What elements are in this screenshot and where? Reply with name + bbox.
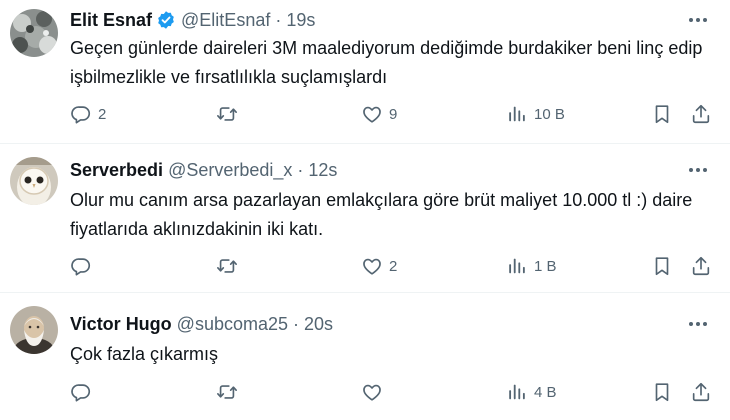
tweet[interactable]: Elit Esnaf @ElitEsnaf · 19s Geçen günler… [0, 0, 730, 143]
share-button[interactable] [690, 101, 712, 127]
like-icon [361, 381, 383, 403]
user-handle[interactable]: @subcoma25 [177, 314, 288, 335]
bookmark-icon [651, 381, 673, 403]
tweet-text: Çok fazla çıkarmış [70, 344, 219, 364]
reply-button[interactable] [70, 253, 98, 279]
reply-icon [70, 103, 92, 125]
views-count: 4 B [534, 383, 557, 401]
retweet-button[interactable] [216, 101, 244, 127]
owl-avatar [10, 157, 58, 205]
tweet[interactable]: Victor Hugo @subcoma25 · 20s Çok fazla ç… [0, 293, 730, 420]
separator-dot: · [297, 159, 304, 180]
tweet-text: Geçen günlerde daireleri 3M maalediyorum… [70, 38, 703, 87]
tweet-actions: 2 9 10 B [0, 101, 730, 127]
bookmark-icon [651, 103, 673, 125]
views-icon [506, 255, 528, 277]
share-icon [690, 103, 712, 125]
like-icon [361, 255, 383, 277]
separator-dot: · [275, 9, 282, 30]
reply-count: 2 [98, 105, 107, 123]
tweet-actions: 2 1 B [0, 253, 730, 279]
bookmark-icon [651, 255, 673, 277]
avatar[interactable] [10, 9, 58, 57]
share-icon [690, 381, 712, 403]
display-name[interactable]: Victor Hugo [70, 314, 172, 335]
gray-textured-avatar [10, 9, 58, 57]
like-button[interactable]: 2 [361, 253, 397, 279]
timestamp[interactable]: 20s [304, 314, 333, 335]
display-name[interactable]: Serverbedi [70, 160, 163, 181]
reply-button[interactable]: 2 [70, 101, 106, 127]
avatar[interactable] [10, 306, 58, 354]
timestamp[interactable]: 12s [308, 160, 337, 181]
share-icon [690, 255, 712, 277]
reply-icon [70, 381, 92, 403]
bookmark-button[interactable] [651, 379, 673, 405]
tweet-timeline: Elit Esnaf @ElitEsnaf · 19s Geçen günler… [0, 0, 730, 420]
like-count: 9 [389, 105, 398, 123]
tweet-header: Victor Hugo @subcoma25 · 20s [70, 313, 333, 335]
tweet-actions: 4 B [0, 379, 730, 405]
reply-icon [70, 255, 92, 277]
more-icon[interactable] [686, 314, 710, 334]
tweet-header: Serverbedi @Serverbedi_x · 12s [70, 159, 337, 181]
more-icon[interactable] [686, 10, 710, 30]
bookmark-button[interactable] [651, 101, 673, 127]
separator-dot: · [293, 313, 300, 334]
tweet-text: Olur mu canım arsa pazarlayan emlakçılar… [70, 190, 693, 239]
display-name[interactable]: Elit Esnaf [70, 10, 152, 31]
retweet-button[interactable] [216, 379, 244, 405]
user-handle[interactable]: @ElitEsnaf [181, 10, 270, 31]
retweet-icon [216, 255, 238, 277]
views-count: 1 B [534, 257, 557, 275]
tweet[interactable]: Serverbedi @Serverbedi_x · 12s Olur mu c… [0, 144, 730, 292]
bookmark-button[interactable] [651, 253, 673, 279]
like-button[interactable] [361, 379, 389, 405]
views-button[interactable]: 10 B [506, 101, 565, 127]
views-icon [506, 381, 528, 403]
more-icon[interactable] [686, 160, 710, 180]
views-icon [506, 103, 528, 125]
like-icon [361, 103, 383, 125]
avatar[interactable] [10, 157, 58, 205]
verified-badge-icon [156, 10, 176, 30]
share-button[interactable] [690, 253, 712, 279]
retweet-icon [216, 381, 238, 403]
bearded-man-avatar [10, 306, 58, 354]
views-button[interactable]: 4 B [506, 379, 557, 405]
user-handle[interactable]: @Serverbedi_x [168, 160, 292, 181]
tweet-header: Elit Esnaf @ElitEsnaf · 19s [70, 9, 315, 31]
views-button[interactable]: 1 B [506, 253, 557, 279]
retweet-button[interactable] [216, 253, 244, 279]
timestamp[interactable]: 19s [286, 10, 315, 31]
like-count: 2 [389, 257, 398, 275]
share-button[interactable] [690, 379, 712, 405]
reply-button[interactable] [70, 379, 98, 405]
views-count: 10 B [534, 105, 565, 123]
retweet-icon [216, 103, 238, 125]
like-button[interactable]: 9 [361, 101, 397, 127]
